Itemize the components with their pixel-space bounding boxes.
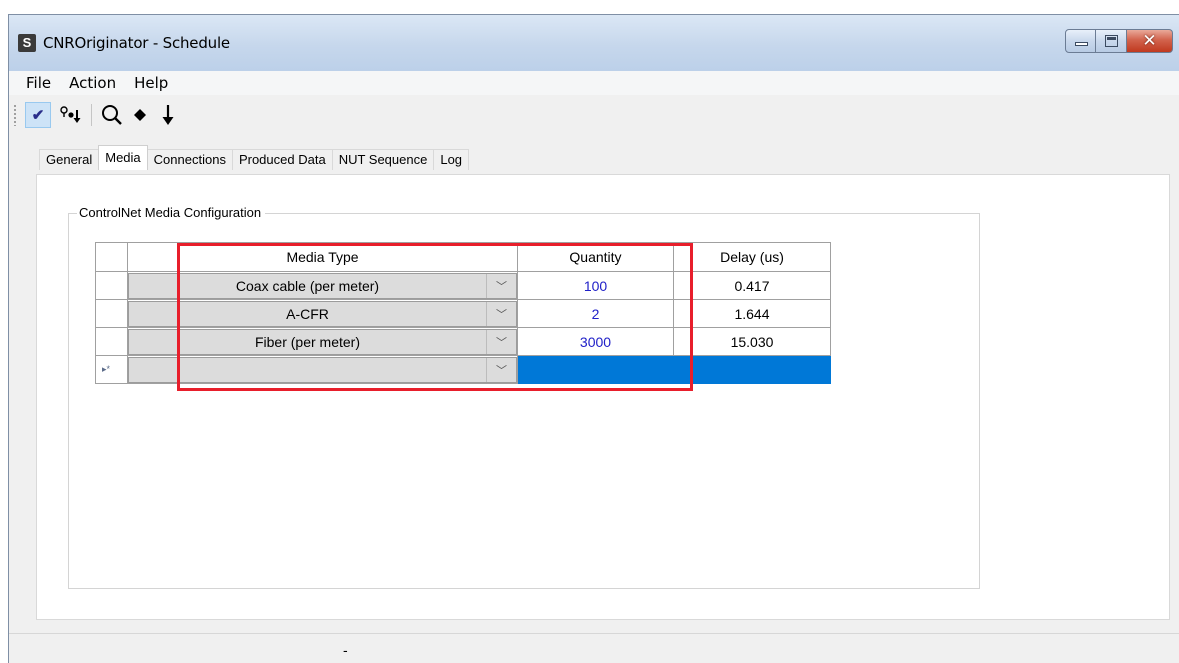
quantity-cell[interactable]: 100 xyxy=(517,271,674,300)
table-row: Coax cable (per meter) ﹀ 100 0.417 xyxy=(95,271,831,300)
toolbar-separator xyxy=(91,104,92,126)
chevron-down-icon[interactable]: ﹀ xyxy=(486,301,516,326)
new-row: ▸* ﹀ xyxy=(95,355,831,384)
column-header-delay[interactable]: Delay (us) xyxy=(673,242,831,272)
new-row-indicator-icon[interactable]: ▸* xyxy=(95,355,128,384)
quantity-cell[interactable]: 2 xyxy=(517,299,674,328)
close-button[interactable]: ✕ xyxy=(1127,29,1173,53)
maximize-button[interactable] xyxy=(1096,29,1127,53)
app-icon: S xyxy=(18,34,36,52)
tab-general[interactable]: General xyxy=(39,149,100,170)
media-type-dropdown[interactable]: A-CFR ﹀ xyxy=(128,300,517,327)
quantity-cell[interactable]: 3000 xyxy=(517,327,674,356)
toolbar-grip[interactable] xyxy=(13,104,17,126)
window-title: CNROriginator - Schedule xyxy=(43,34,230,52)
menu-help[interactable]: Help xyxy=(134,74,168,92)
delay-cell: 15.030 xyxy=(673,327,831,356)
minimize-icon xyxy=(1075,42,1088,46)
apply-button[interactable]: ✔ xyxy=(25,102,51,128)
chevron-down-icon[interactable]: ﹀ xyxy=(486,273,516,298)
media-type-dropdown[interactable]: ﹀ xyxy=(128,356,517,383)
download-button[interactable] xyxy=(154,102,182,128)
checkmark-icon: ✔ xyxy=(31,107,45,124)
media-type-value: A-CFR xyxy=(286,305,329,322)
app-window: S CNROriginator - Schedule ✕ File Action… xyxy=(8,14,1179,663)
diamond-button[interactable] xyxy=(126,102,154,128)
caption-buttons: ✕ xyxy=(1065,29,1173,53)
menu-action[interactable]: Action xyxy=(69,74,116,92)
connection-flow-button[interactable] xyxy=(57,102,85,128)
tab-connections[interactable]: Connections xyxy=(146,149,233,170)
tab-nut-sequence[interactable]: NUT Sequence xyxy=(331,149,435,170)
media-type-value: Coax cable (per meter) xyxy=(235,277,380,294)
menu-bar: File Action Help xyxy=(9,71,1179,95)
status-text: - xyxy=(343,642,348,658)
grid-header-row: Media Type Quantity Delay (us) xyxy=(95,242,831,272)
media-config-group: ControlNet Media Configuration Media Typ… xyxy=(68,205,980,589)
diamond-icon xyxy=(134,109,146,121)
media-type-dropdown[interactable]: Fiber (per meter) ﹀ xyxy=(128,328,517,355)
status-bar: - xyxy=(9,633,1179,663)
tab-media[interactable]: Media xyxy=(98,145,148,170)
chevron-down-icon[interactable]: ﹀ xyxy=(486,329,516,354)
delay-cell: 0.417 xyxy=(673,271,831,300)
search-icon xyxy=(102,105,122,125)
media-type-value: Fiber (per meter) xyxy=(254,333,361,350)
table-row: A-CFR ﹀ 2 1.644 xyxy=(95,299,831,328)
column-header-media-type[interactable]: Media Type xyxy=(127,242,518,272)
media-type-cell[interactable]: ﹀ xyxy=(127,355,518,384)
minimize-button[interactable] xyxy=(1065,29,1096,53)
down-arrow-icon xyxy=(162,105,174,125)
group-title: ControlNet Media Configuration xyxy=(77,205,266,220)
row-header[interactable] xyxy=(95,299,128,328)
media-type-dropdown[interactable]: Coax cable (per meter) ﹀ xyxy=(128,272,517,299)
tab-produced-data[interactable]: Produced Data xyxy=(231,149,333,170)
menu-file[interactable]: File xyxy=(26,74,51,92)
tab-log[interactable]: Log xyxy=(433,149,470,170)
column-header-quantity[interactable]: Quantity xyxy=(517,242,674,272)
table-row: Fiber (per meter) ﹀ 3000 15.030 xyxy=(95,327,831,356)
quantity-cell-selected[interactable] xyxy=(517,355,674,384)
toolbar: ✔ xyxy=(9,99,1179,131)
media-type-cell[interactable]: Fiber (per meter) ﹀ xyxy=(127,327,518,356)
chevron-down-icon[interactable]: ﹀ xyxy=(486,357,516,382)
row-header[interactable] xyxy=(95,271,128,300)
media-grid: Media Type Quantity Delay (us) Coax cabl… xyxy=(95,242,831,384)
delay-cell: 1.644 xyxy=(673,299,831,328)
media-tab-panel: ControlNet Media Configuration Media Typ… xyxy=(36,174,1170,620)
title-bar[interactable]: S CNROriginator - Schedule ✕ xyxy=(9,15,1179,71)
corner-header xyxy=(95,242,128,272)
search-button[interactable] xyxy=(98,102,126,128)
close-icon: ✕ xyxy=(1142,31,1157,51)
tab-strip: General Media Connections Produced Data … xyxy=(39,145,470,170)
row-header[interactable] xyxy=(95,327,128,356)
media-type-cell[interactable]: Coax cable (per meter) ﹀ xyxy=(127,271,518,300)
connection-flow-icon xyxy=(60,106,81,123)
media-type-cell[interactable]: A-CFR ﹀ xyxy=(127,299,518,328)
maximize-icon xyxy=(1105,35,1118,47)
delay-cell-selected[interactable] xyxy=(673,355,831,384)
